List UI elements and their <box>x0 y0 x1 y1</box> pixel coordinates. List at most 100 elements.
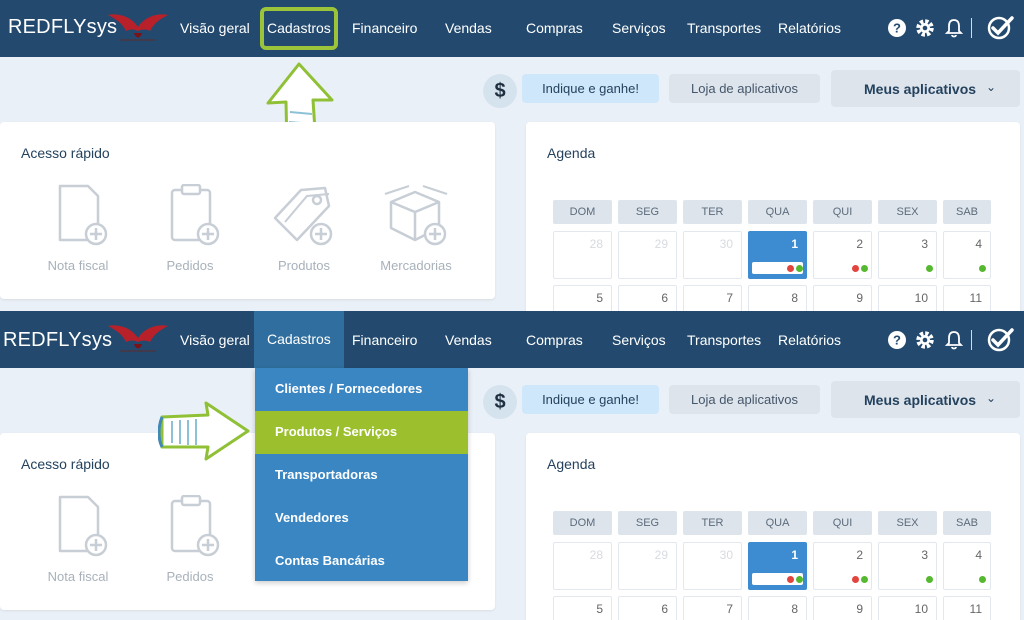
svg-text:?: ? <box>893 333 901 348</box>
event-dot-green <box>796 265 803 272</box>
weekday-header: SEG <box>618 200 677 224</box>
calendar-day[interactable]: 7 <box>683 285 742 311</box>
qa-pedidos[interactable]: Pedidos <box>145 184 235 273</box>
calendar-day[interactable]: 9 <box>813 285 872 311</box>
nav-financeiro[interactable]: Financeiro <box>352 332 417 348</box>
navbar: REDFLYsys Visão geral Cadastros Financei… <box>0 0 1024 57</box>
navbar: REDFLYsys Visão geral Cadastros Financei… <box>0 311 1024 368</box>
redfly-logo-icon <box>108 325 168 352</box>
nav-separator <box>971 330 972 350</box>
event-dot-green <box>979 265 986 272</box>
nav-visao-geral[interactable]: Visão geral <box>180 332 250 348</box>
weekday-header: TER <box>683 511 742 535</box>
help-icon[interactable]: ? <box>886 329 908 351</box>
svg-text:?: ? <box>893 21 901 36</box>
calendar-day-today[interactable]: 1 <box>748 542 807 590</box>
calendar-day[interactable]: 4 <box>943 542 991 590</box>
calendar-day[interactable]: 10 <box>878 285 937 311</box>
help-icon[interactable]: ? <box>886 17 908 39</box>
nav-transportes[interactable]: Transportes <box>687 332 761 348</box>
qa-label: Nota fiscal <box>47 258 109 273</box>
dollar-icon[interactable]: $ <box>483 74 517 108</box>
nav-visao-geral[interactable]: Visão geral <box>180 20 250 36</box>
qa-mercadorias[interactable]: Mercadorias <box>373 184 459 273</box>
gear-icon[interactable] <box>914 17 936 39</box>
calendar-day[interactable]: 30 <box>683 231 742 279</box>
nav-relatorios[interactable]: Relatórios <box>778 332 841 348</box>
calendar-day[interactable]: 28 <box>553 231 612 279</box>
meus-aplicativos-button[interactable]: Meus aplicativos ⌄ <box>831 381 1020 418</box>
calendar-day[interactable]: 8 <box>748 285 807 311</box>
nav-servicos[interactable]: Serviços <box>612 332 666 348</box>
weekday-header: DOM <box>553 200 612 224</box>
nav-financeiro[interactable]: Financeiro <box>352 20 417 36</box>
nav-cadastros[interactable]: Cadastros <box>254 311 344 368</box>
calendar-day[interactable]: 3 <box>878 542 937 590</box>
qa-nota-fiscal[interactable]: Nota fiscal <box>33 184 123 273</box>
quick-access-title: Acesso rápido <box>21 456 110 472</box>
calendar-day[interactable]: 10 <box>878 596 937 620</box>
loja-button[interactable]: Loja de aplicativos <box>669 385 820 414</box>
calendar-day[interactable]: 6 <box>618 596 677 620</box>
agenda-card: Agenda DOM SEG TER QUA QUI SEX SAB 28 29… <box>526 122 1020 311</box>
clipboard-plus-icon <box>170 495 220 557</box>
nav-vendas[interactable]: Vendas <box>445 20 492 36</box>
event-dot-green <box>796 576 803 583</box>
meus-aplicativos-button[interactable]: Meus aplicativos ⌄ <box>831 70 1020 107</box>
brand-name: REDFLYsys <box>3 329 113 351</box>
calendar-day-today[interactable]: 1 <box>748 231 807 279</box>
calendar-day[interactable]: 9 <box>813 596 872 620</box>
agenda-title: Agenda <box>547 456 596 472</box>
agenda-card: Agenda DOM SEG TER QUA QUI SEX SAB 28 29… <box>526 433 1020 620</box>
dollar-icon[interactable]: $ <box>483 385 517 419</box>
right-arrow-annotation-icon <box>158 401 250 461</box>
menu-item-transportadoras[interactable]: Transportadoras <box>255 454 468 497</box>
clipboard-plus-icon <box>170 184 220 246</box>
quick-access-card: Acesso rápido Nota fiscal Pedidos <box>0 122 495 299</box>
calendar-day[interactable]: 11 <box>943 285 991 311</box>
calendar-day[interactable]: 4 <box>943 231 991 279</box>
qa-nota-fiscal[interactable]: Nota fiscal <box>33 495 123 584</box>
check-logo-icon[interactable] <box>986 14 1014 42</box>
indique-button[interactable]: Indique e ganhe! <box>522 385 659 414</box>
chevron-down-icon: ⌄ <box>985 391 996 405</box>
calendar-day[interactable]: 6 <box>618 285 677 311</box>
calendar-day[interactable]: 3 <box>878 231 937 279</box>
calendar-day[interactable]: 30 <box>683 542 742 590</box>
calendar-day[interactable]: 29 <box>618 231 677 279</box>
gear-icon[interactable] <box>914 329 936 351</box>
calendar-day[interactable]: 7 <box>683 596 742 620</box>
nav-compras[interactable]: Compras <box>526 332 583 348</box>
nav-vendas[interactable]: Vendas <box>445 332 492 348</box>
bell-icon[interactable] <box>943 17 965 39</box>
event-dot-green <box>861 576 868 583</box>
event-dot-red <box>852 576 859 583</box>
weekday-header: SEX <box>878 200 937 224</box>
event-dot-green <box>979 576 986 583</box>
menu-item-clientes-fornecedores[interactable]: Clientes / Fornecedores <box>255 368 468 411</box>
qa-pedidos[interactable]: Pedidos <box>145 495 235 584</box>
calendar-day[interactable]: 5 <box>553 596 612 620</box>
tag-plus-icon <box>273 186 333 246</box>
calendar-day[interactable]: 2 <box>813 231 872 279</box>
nav-transportes[interactable]: Transportes <box>687 20 761 36</box>
calendar-day[interactable]: 8 <box>748 596 807 620</box>
calendar-day[interactable]: 29 <box>618 542 677 590</box>
loja-button[interactable]: Loja de aplicativos <box>669 74 820 103</box>
event-dot-green <box>861 265 868 272</box>
qa-produtos[interactable]: Produtos <box>259 184 349 273</box>
nav-compras[interactable]: Compras <box>526 20 583 36</box>
nav-relatorios[interactable]: Relatórios <box>778 20 841 36</box>
nav-servicos[interactable]: Serviços <box>612 20 666 36</box>
bell-icon[interactable] <box>943 329 965 351</box>
menu-item-contas-bancarias[interactable]: Contas Bancárias <box>255 540 468 583</box>
check-logo-icon[interactable] <box>986 326 1014 354</box>
weekday-header: QUI <box>813 511 872 535</box>
menu-item-produtos-servicos[interactable]: Produtos / Serviços <box>255 411 468 454</box>
calendar-day[interactable]: 2 <box>813 542 872 590</box>
calendar-day[interactable]: 11 <box>943 596 991 620</box>
calendar-day[interactable]: 28 <box>553 542 612 590</box>
menu-item-vendedores[interactable]: Vendedores <box>255 497 468 540</box>
calendar-day[interactable]: 5 <box>553 285 612 311</box>
indique-button[interactable]: Indique e ganhe! <box>522 74 659 103</box>
